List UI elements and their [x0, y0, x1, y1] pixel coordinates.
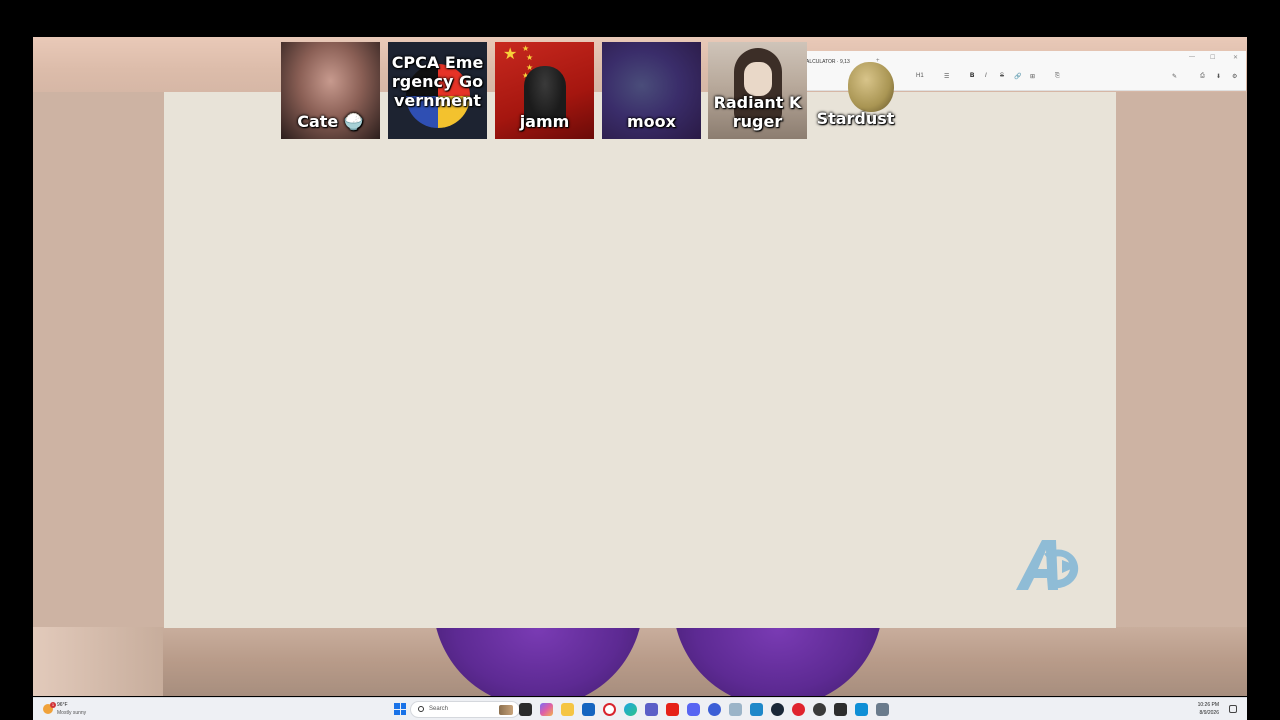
italic-button[interactable]: I — [985, 73, 987, 79]
table-icon[interactable]: ⊞ — [1030, 73, 1035, 80]
participant-tile-radiant-kruger[interactable]: Radiant Kruger — [708, 42, 807, 139]
star-icon: ★ — [522, 44, 530, 53]
app-icon[interactable] — [876, 703, 889, 716]
task-view-icon[interactable] — [519, 703, 532, 716]
messenger-icon[interactable] — [708, 703, 721, 716]
participant-name: jamm — [519, 112, 570, 131]
taskbar-search[interactable]: Search — [410, 701, 520, 718]
recorder-icon[interactable] — [792, 703, 805, 716]
print-icon[interactable]: ⎙ — [1200, 73, 1205, 80]
strikethrough-button[interactable]: S — [1000, 73, 1004, 79]
clock-time: 10:26 PM — [1197, 702, 1219, 708]
weather-widget[interactable]: 1 96°F Mostly sunny — [41, 701, 121, 719]
settings-icon[interactable]: ⚙ — [1232, 73, 1237, 80]
search-placeholder: Search — [429, 706, 449, 712]
system-clock[interactable]: 10:26 PM 8/9/2026 — [1198, 701, 1219, 717]
participant-name: Stardust — [816, 109, 895, 128]
link-icon[interactable]: 🔗 — [1014, 73, 1021, 80]
participant-name: CPCA Emergency Government — [391, 53, 484, 110]
steam-icon[interactable] — [771, 703, 784, 716]
notification-badge: 1 — [50, 702, 56, 708]
start-button[interactable] — [394, 703, 406, 715]
notification-icon[interactable] — [1229, 705, 1237, 713]
clock-date: 8/9/2026 — [1199, 710, 1219, 716]
search-icon — [418, 706, 424, 712]
main-stage — [164, 92, 1116, 628]
app-icon[interactable] — [855, 703, 868, 716]
star-icon: ★ — [503, 44, 518, 63]
file-explorer-icon[interactable] — [561, 703, 574, 716]
heading-button[interactable]: H1 — [916, 73, 924, 79]
youtube-icon[interactable] — [666, 703, 679, 716]
avatar — [848, 62, 894, 112]
github-icon[interactable] — [813, 703, 826, 716]
edit-icon[interactable]: ✎ — [1172, 73, 1177, 80]
search-highlight-image — [499, 705, 513, 715]
terminal-icon[interactable] — [834, 703, 847, 716]
star-icon: ★ — [526, 53, 534, 62]
copilot-icon[interactable] — [540, 703, 553, 716]
teams-icon[interactable] — [645, 703, 658, 716]
notepad-icon[interactable] — [729, 703, 742, 716]
discord-icon[interactable] — [687, 703, 700, 716]
participant-tile-moox[interactable]: moox — [602, 42, 701, 139]
calculator-icon[interactable] — [750, 703, 763, 716]
taskbar: 1 96°F Mostly sunny Search 10:26 PM 8/9/… — [33, 697, 1247, 720]
maximize-icon[interactable]: ☐ — [1210, 54, 1215, 61]
edge-icon[interactable] — [624, 703, 637, 716]
close-icon[interactable]: ✕ — [1233, 54, 1238, 61]
participant-tile-cpca[interactable]: CPCA Emergency Government — [388, 42, 487, 139]
avatar — [744, 62, 772, 96]
bold-button[interactable]: B — [970, 73, 974, 79]
minimize-icon[interactable]: — — [1189, 54, 1195, 60]
store-icon[interactable] — [582, 703, 595, 716]
participant-tile-jamm[interactable]: ★ ★ ★ ★ ★ jamm — [495, 42, 594, 139]
list-button[interactable]: ☰ — [944, 73, 949, 80]
logo-icon — [1016, 540, 1079, 590]
participant-name: moox — [627, 112, 676, 131]
opera-icon[interactable] — [603, 703, 616, 716]
participant-name: Cate 🍚 — [297, 112, 364, 131]
weather-temperature: 96°F — [57, 702, 68, 708]
background-wall-bottom — [33, 587, 1247, 696]
clear-format-icon[interactable]: ⎘ — [1055, 73, 1060, 80]
participant-tile-cate[interactable]: Cate 🍚 — [281, 42, 380, 139]
weather-condition: Mostly sunny — [57, 710, 87, 716]
participant-name: Radiant Kruger — [713, 93, 802, 131]
participant-tile-stardust[interactable]: Stardust — [806, 42, 905, 139]
download-icon[interactable]: ⬇ — [1216, 73, 1221, 80]
